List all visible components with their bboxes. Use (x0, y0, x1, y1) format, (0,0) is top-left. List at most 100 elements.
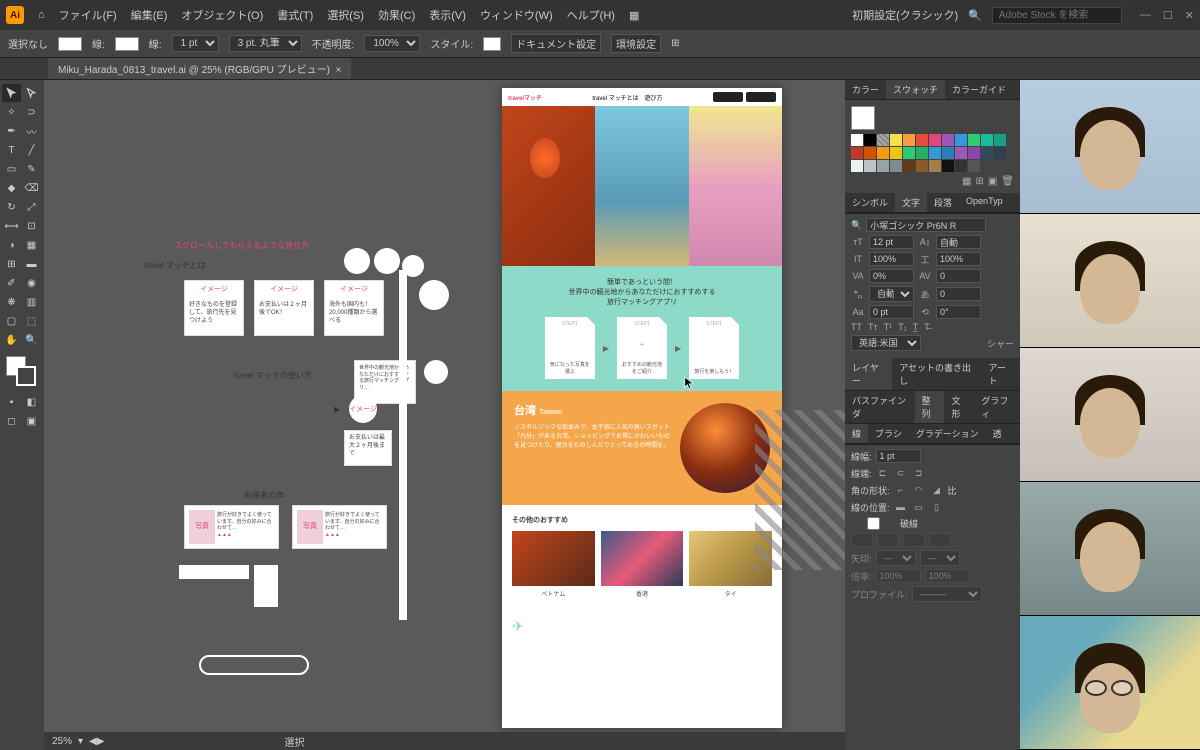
tab-opentype[interactable]: OpenTyp (959, 193, 1010, 212)
tab-artboards[interactable]: アート (981, 358, 1020, 390)
tracking-input[interactable] (936, 269, 981, 283)
tab-asset-export[interactable]: アセットの書き出し (892, 358, 981, 390)
menu-type[interactable]: 書式(T) (277, 7, 313, 23)
participant-video[interactable] (1020, 348, 1200, 482)
selection-tool-icon[interactable] (2, 84, 21, 102)
screen-mode-icon[interactable]: ▣ (22, 412, 41, 430)
tab-symbol[interactable]: シンボル (845, 193, 895, 212)
canvas[interactable]: スクロールしてもらえるような見せ方 travel マッチとは イメージ 好きなも… (44, 80, 845, 750)
aki-input[interactable] (936, 287, 981, 301)
profile-select[interactable]: ——— (912, 586, 982, 602)
gradient-tool-icon[interactable]: ▬ (22, 255, 41, 273)
font-family-input[interactable] (866, 218, 986, 232)
slice-tool-icon[interactable]: ⬚ (22, 312, 41, 330)
menu-home-icon[interactable]: ⌂ (38, 9, 45, 21)
zoom-level[interactable]: 25% (52, 736, 72, 747)
subscript-icon[interactable]: T₁ (898, 322, 907, 332)
nav-prev-icon[interactable]: ◀ (89, 736, 97, 747)
lasso-tool-icon[interactable]: ⊃ (22, 103, 41, 121)
stroke-weight-input[interactable] (876, 449, 921, 463)
brush-select[interactable]: 3 pt. 丸筆 (229, 35, 302, 52)
tab-transparency[interactable]: 透 (986, 424, 1009, 443)
window-minimize-icon[interactable]: — (1140, 9, 1151, 22)
stroke-swatch[interactable] (115, 37, 139, 51)
swatches-panel[interactable]: ▦ ⊞ ▣ 🗑 (845, 100, 1020, 193)
menu-file[interactable]: ファイル(F) (59, 7, 117, 23)
swatch-new-icon[interactable]: ▣ (988, 176, 997, 187)
direct-selection-tool-icon[interactable] (22, 84, 41, 102)
tab-stroke[interactable]: 線 (845, 424, 868, 443)
participant-video[interactable] (1020, 80, 1200, 214)
type-tool-icon[interactable]: T (2, 141, 21, 159)
swatch-delete-icon[interactable]: 🗑 (1001, 176, 1014, 187)
corner-bevel-icon[interactable]: ◢ (930, 483, 944, 497)
tab-character[interactable]: 文字 (895, 193, 927, 212)
tab-pathfinder[interactable]: パスファインダ (845, 391, 915, 423)
paintbrush-tool-icon[interactable]: ✎ (22, 160, 41, 178)
superscript-icon[interactable]: T¹ (884, 322, 893, 332)
corner-miter-icon[interactable]: ⌐ (894, 483, 908, 497)
baseline-input[interactable] (869, 305, 914, 319)
tab-color[interactable]: カラー (845, 80, 886, 99)
perspective-tool-icon[interactable]: ▦ (22, 236, 41, 254)
underline-icon[interactable]: T̲ (913, 322, 919, 332)
window-maximize-icon[interactable]: ☐ (1163, 9, 1173, 22)
magic-wand-tool-icon[interactable]: ✧ (2, 103, 21, 121)
document-tab[interactable]: Miku_Harada_0813_travel.ai @ 25% (RGB/GP… (48, 58, 351, 79)
menu-help[interactable]: ヘルプ(H) (567, 7, 615, 23)
shape-builder-tool-icon[interactable]: ◑ (2, 236, 21, 254)
arrow-end-select[interactable]: — (920, 550, 960, 566)
gradient-mode-icon[interactable]: ◧ (22, 393, 41, 411)
leading-input[interactable] (936, 235, 981, 249)
graph-tool-icon[interactable]: ▥ (22, 293, 41, 311)
kerning-input[interactable] (869, 269, 914, 283)
mesh-tool-icon[interactable]: ⊞ (2, 255, 21, 273)
window-close-icon[interactable]: ✕ (1185, 9, 1194, 22)
fill-stroke-indicator[interactable] (6, 356, 36, 386)
shaper-tool-icon[interactable]: ◆ (2, 179, 21, 197)
eraser-tool-icon[interactable]: ⌫ (22, 179, 41, 197)
menu-extra-icon[interactable]: ▦ (629, 9, 639, 22)
color-mode-icon[interactable]: ▪ (2, 393, 21, 411)
fill-swatch[interactable] (58, 37, 82, 51)
artboard-tool-icon[interactable]: ▢ (2, 312, 21, 330)
participant-video[interactable] (1020, 482, 1200, 616)
workspace-preset[interactable]: 初期設定(クラシック) (852, 7, 958, 23)
line-tool-icon[interactable]: ╱ (22, 141, 41, 159)
menu-effect[interactable]: 効果(C) (378, 7, 415, 23)
curvature-tool-icon[interactable]: 〰 (22, 122, 41, 140)
all-caps-icon[interactable]: TT (851, 322, 862, 332)
tab-gradient[interactable]: グラデーション (909, 424, 986, 443)
hand-tool-icon[interactable]: ✋ (2, 331, 21, 349)
participant-video[interactable] (1020, 616, 1200, 750)
style-swatch[interactable] (483, 37, 501, 51)
free-transform-tool-icon[interactable]: ⊡ (22, 217, 41, 235)
participant-video[interactable] (1020, 214, 1200, 348)
font-size-input[interactable] (869, 235, 914, 249)
scale-tool-icon[interactable]: ⤢ (22, 198, 41, 216)
align-center-icon[interactable]: ▬ (894, 500, 908, 514)
eyedropper-tool-icon[interactable]: ✐ (2, 274, 21, 292)
vscale-input[interactable] (869, 252, 914, 266)
language-select[interactable]: 英語:米国 (851, 335, 921, 351)
cap-round-icon[interactable]: ⊂ (894, 466, 908, 480)
hscale-input[interactable] (936, 252, 981, 266)
tab-graphic-styles[interactable]: グラフィ (974, 391, 1020, 423)
symbol-tool-icon[interactable]: ❋ (2, 293, 21, 311)
dashed-checkbox[interactable] (851, 517, 896, 530)
cap-square-icon[interactable]: ⊐ (912, 466, 926, 480)
align-outside-icon[interactable]: ▯ (930, 500, 944, 514)
small-caps-icon[interactable]: Tт (868, 322, 878, 332)
menu-view[interactable]: 表示(V) (429, 7, 466, 23)
swatch-lib-icon[interactable]: ▦ (962, 176, 971, 187)
draw-mode-icon[interactable]: ◻ (2, 412, 21, 430)
tab-layers[interactable]: レイヤー (845, 358, 892, 390)
corner-round-icon[interactable]: ◠ (912, 483, 926, 497)
align-inside-icon[interactable]: ▭ (912, 500, 926, 514)
zoom-tool-icon[interactable]: 🔍 (22, 331, 41, 349)
char-rotation-input[interactable] (936, 305, 981, 319)
tab-swatches[interactable]: スウォッチ (886, 80, 945, 99)
stock-search-input[interactable] (992, 7, 1122, 24)
blend-tool-icon[interactable]: ◉ (22, 274, 41, 292)
menu-edit[interactable]: 編集(E) (131, 7, 168, 23)
